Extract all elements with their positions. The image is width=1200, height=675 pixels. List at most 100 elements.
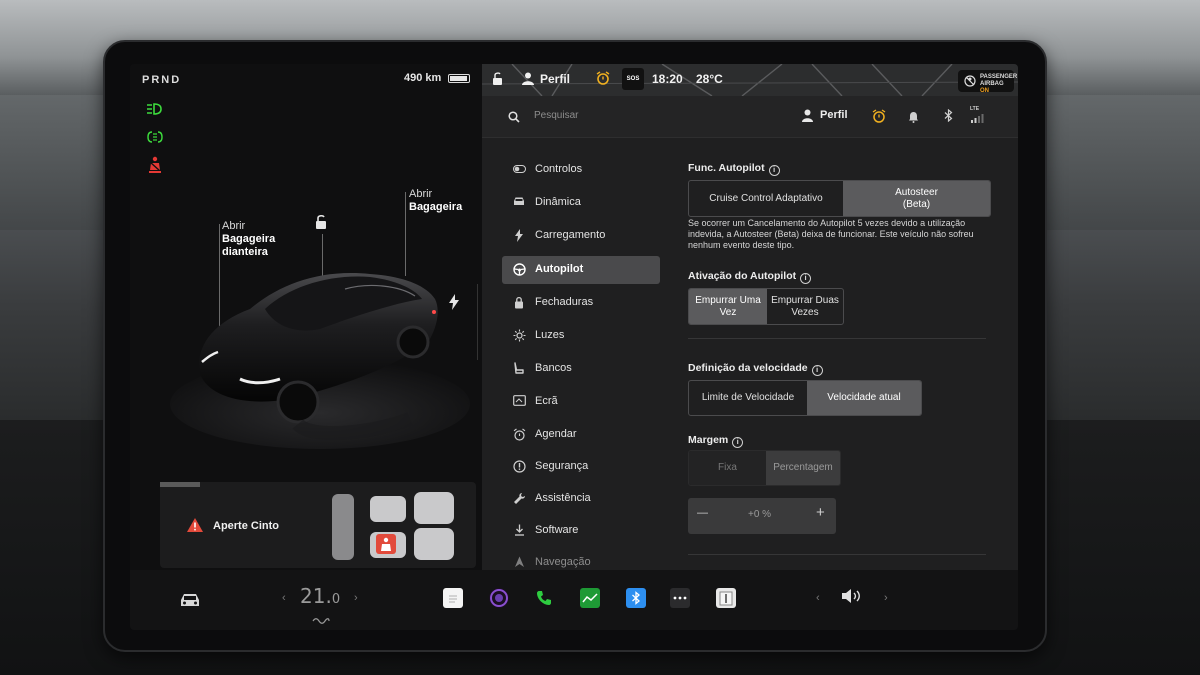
- phone-app-icon[interactable]: [534, 588, 554, 608]
- option-fixed[interactable]: Fixa: [689, 451, 766, 485]
- info-icon[interactable]: i: [768, 165, 780, 176]
- menu-label: Autopilot: [535, 263, 584, 275]
- option-push-twice[interactable]: Empurrar Duas Vezes: [767, 289, 843, 324]
- info-icon[interactable]: i: [800, 273, 812, 284]
- margin-title: Margem i: [688, 434, 744, 448]
- option-speed-limit[interactable]: Limite de Velocidade: [689, 381, 807, 415]
- section-divider-bottom: [688, 554, 986, 555]
- gear-selector[interactable]: PRND: [142, 74, 181, 86]
- seat-icon: [512, 362, 526, 376]
- car-icon: [512, 196, 526, 210]
- toggle-icon: [512, 163, 526, 177]
- option-percentage[interactable]: Percentagem: [766, 451, 840, 485]
- settings-panel: Perfil SOS 18:20 28°C PASSENGER AIRBAG O…: [482, 64, 1018, 570]
- offset-stepper: — +0 % +: [688, 498, 836, 534]
- menu-item-dinamica[interactable]: Dinâmica: [502, 189, 660, 217]
- sos-button[interactable]: SOS: [622, 68, 644, 90]
- margin-title-text: Margem: [688, 434, 729, 446]
- camera-app-icon[interactable]: [489, 588, 509, 608]
- car-controls-icon[interactable]: [178, 592, 202, 613]
- map-strip[interactable]: Perfil SOS 18:20 28°C PASSENGER AIRBAG O…: [482, 64, 1018, 96]
- volume-increase-arrow[interactable]: ›: [884, 592, 888, 604]
- func-autopilot-title: Func. Autopilot i: [688, 162, 780, 176]
- profile-button[interactable]: Perfil: [820, 109, 848, 121]
- menu-label: Agendar: [535, 428, 577, 440]
- menu-label: Navegação: [535, 556, 591, 568]
- battery-icon: [448, 74, 470, 83]
- menu-label: Fechaduras: [535, 296, 594, 308]
- safety-icon: [512, 460, 526, 474]
- menu-label: Carregamento: [535, 229, 606, 241]
- bolt-icon: [512, 229, 526, 243]
- lock-icon: [512, 296, 526, 310]
- volume-decrease-arrow[interactable]: ‹: [816, 592, 820, 604]
- unlock-status-icon[interactable]: [492, 72, 503, 91]
- airbag-state: ON: [980, 88, 989, 94]
- menu-label: Luzes: [535, 329, 565, 341]
- menu-label: Segurança: [535, 460, 589, 472]
- menu-item-luzes[interactable]: Luzes: [502, 322, 660, 350]
- profile-icon: [802, 109, 813, 127]
- calendar-app-icon[interactable]: [716, 588, 736, 608]
- option-current-speed[interactable]: Velocidade atual: [807, 381, 921, 415]
- info-icon[interactable]: i: [811, 365, 823, 376]
- func-autopilot-title-text: Func. Autopilot: [688, 162, 765, 174]
- alert-message: Aperte Cinto: [213, 520, 279, 532]
- temperature-main: 21.: [300, 584, 332, 608]
- increase-button[interactable]: +: [816, 504, 825, 521]
- more-apps-icon[interactable]: [670, 588, 690, 608]
- bluetooth-icon[interactable]: [944, 108, 953, 127]
- energy-app-icon[interactable]: [580, 588, 600, 608]
- option-autosteer[interactable]: Autosteer (Beta): [843, 181, 990, 216]
- sun-icon: [512, 329, 526, 343]
- alert-card-stripe: [160, 482, 200, 487]
- menu-item-autopilot[interactable]: Autopilot: [502, 256, 660, 284]
- download-icon: [512, 524, 526, 538]
- alarm-status-icon: [596, 71, 610, 90]
- temperature-decimal: 0: [331, 592, 341, 607]
- seat-heater-icon[interactable]: [312, 612, 330, 630]
- menu-item-fechaduras[interactable]: Fechaduras: [502, 289, 660, 317]
- temp-decrease-arrow[interactable]: ‹: [282, 592, 286, 604]
- menu-item-assistencia[interactable]: Assistência: [502, 485, 660, 513]
- display-icon: [512, 395, 526, 409]
- menu-item-controlos[interactable]: Controlos: [502, 156, 660, 184]
- menu-label: Bancos: [535, 362, 572, 374]
- bell-icon[interactable]: [908, 110, 919, 128]
- menu-item-bancos[interactable]: Bancos: [502, 355, 660, 383]
- status-temperature: 28°C: [696, 72, 723, 86]
- settings-top-bar: Pesquisar Perfil LTE: [482, 96, 1018, 138]
- menu-item-seguranca[interactable]: Segurança: [502, 453, 660, 481]
- speed-setting-selector: Limite de Velocidade Velocidade atual: [688, 380, 922, 416]
- bluetooth-app-icon[interactable]: [626, 588, 646, 608]
- touchscreen: PRND 490 km Abrir Bagageira dianteira Ab…: [130, 64, 1018, 630]
- option-push-once[interactable]: Empurrar Uma Vez: [689, 289, 767, 324]
- volume-icon[interactable]: [840, 588, 862, 609]
- decrease-button[interactable]: —: [697, 507, 708, 519]
- parking-light-icon: [144, 128, 166, 146]
- airbag-label-line1: PASSENGER: [980, 74, 1018, 80]
- alarm-clock-icon[interactable]: [872, 109, 886, 128]
- headlight-icon: [144, 100, 166, 118]
- menu-item-carregamento[interactable]: Carregamento: [502, 222, 660, 250]
- search-icon[interactable]: [508, 110, 520, 128]
- vehicle-model[interactable]: [170, 174, 480, 464]
- menu-item-agendar[interactable]: Agendar: [502, 421, 660, 449]
- info-icon[interactable]: i: [732, 437, 744, 448]
- search-input[interactable]: Pesquisar: [534, 110, 578, 121]
- section-divider: [688, 338, 986, 339]
- option-cruise-control[interactable]: Cruise Control Adaptativo: [689, 181, 843, 216]
- menu-item-software[interactable]: Software: [502, 517, 660, 545]
- wrench-icon: [512, 492, 526, 506]
- menu-item-ecra[interactable]: Ecrã: [502, 388, 660, 416]
- notepad-app-icon[interactable]: [443, 588, 463, 608]
- temp-increase-arrow[interactable]: ›: [354, 592, 358, 604]
- status-time: 18:20: [652, 72, 683, 86]
- signal-icon: [970, 110, 984, 128]
- warning-icon: [186, 517, 204, 538]
- status-profile[interactable]: Perfil: [540, 72, 570, 86]
- alarm-icon: [512, 428, 526, 442]
- activation-title: Ativação do Autopilot i: [688, 270, 812, 284]
- cabin-temperature[interactable]: 21.0: [300, 584, 340, 608]
- vehicle-panel: PRND 490 km Abrir Bagageira dianteira Ab…: [130, 64, 482, 570]
